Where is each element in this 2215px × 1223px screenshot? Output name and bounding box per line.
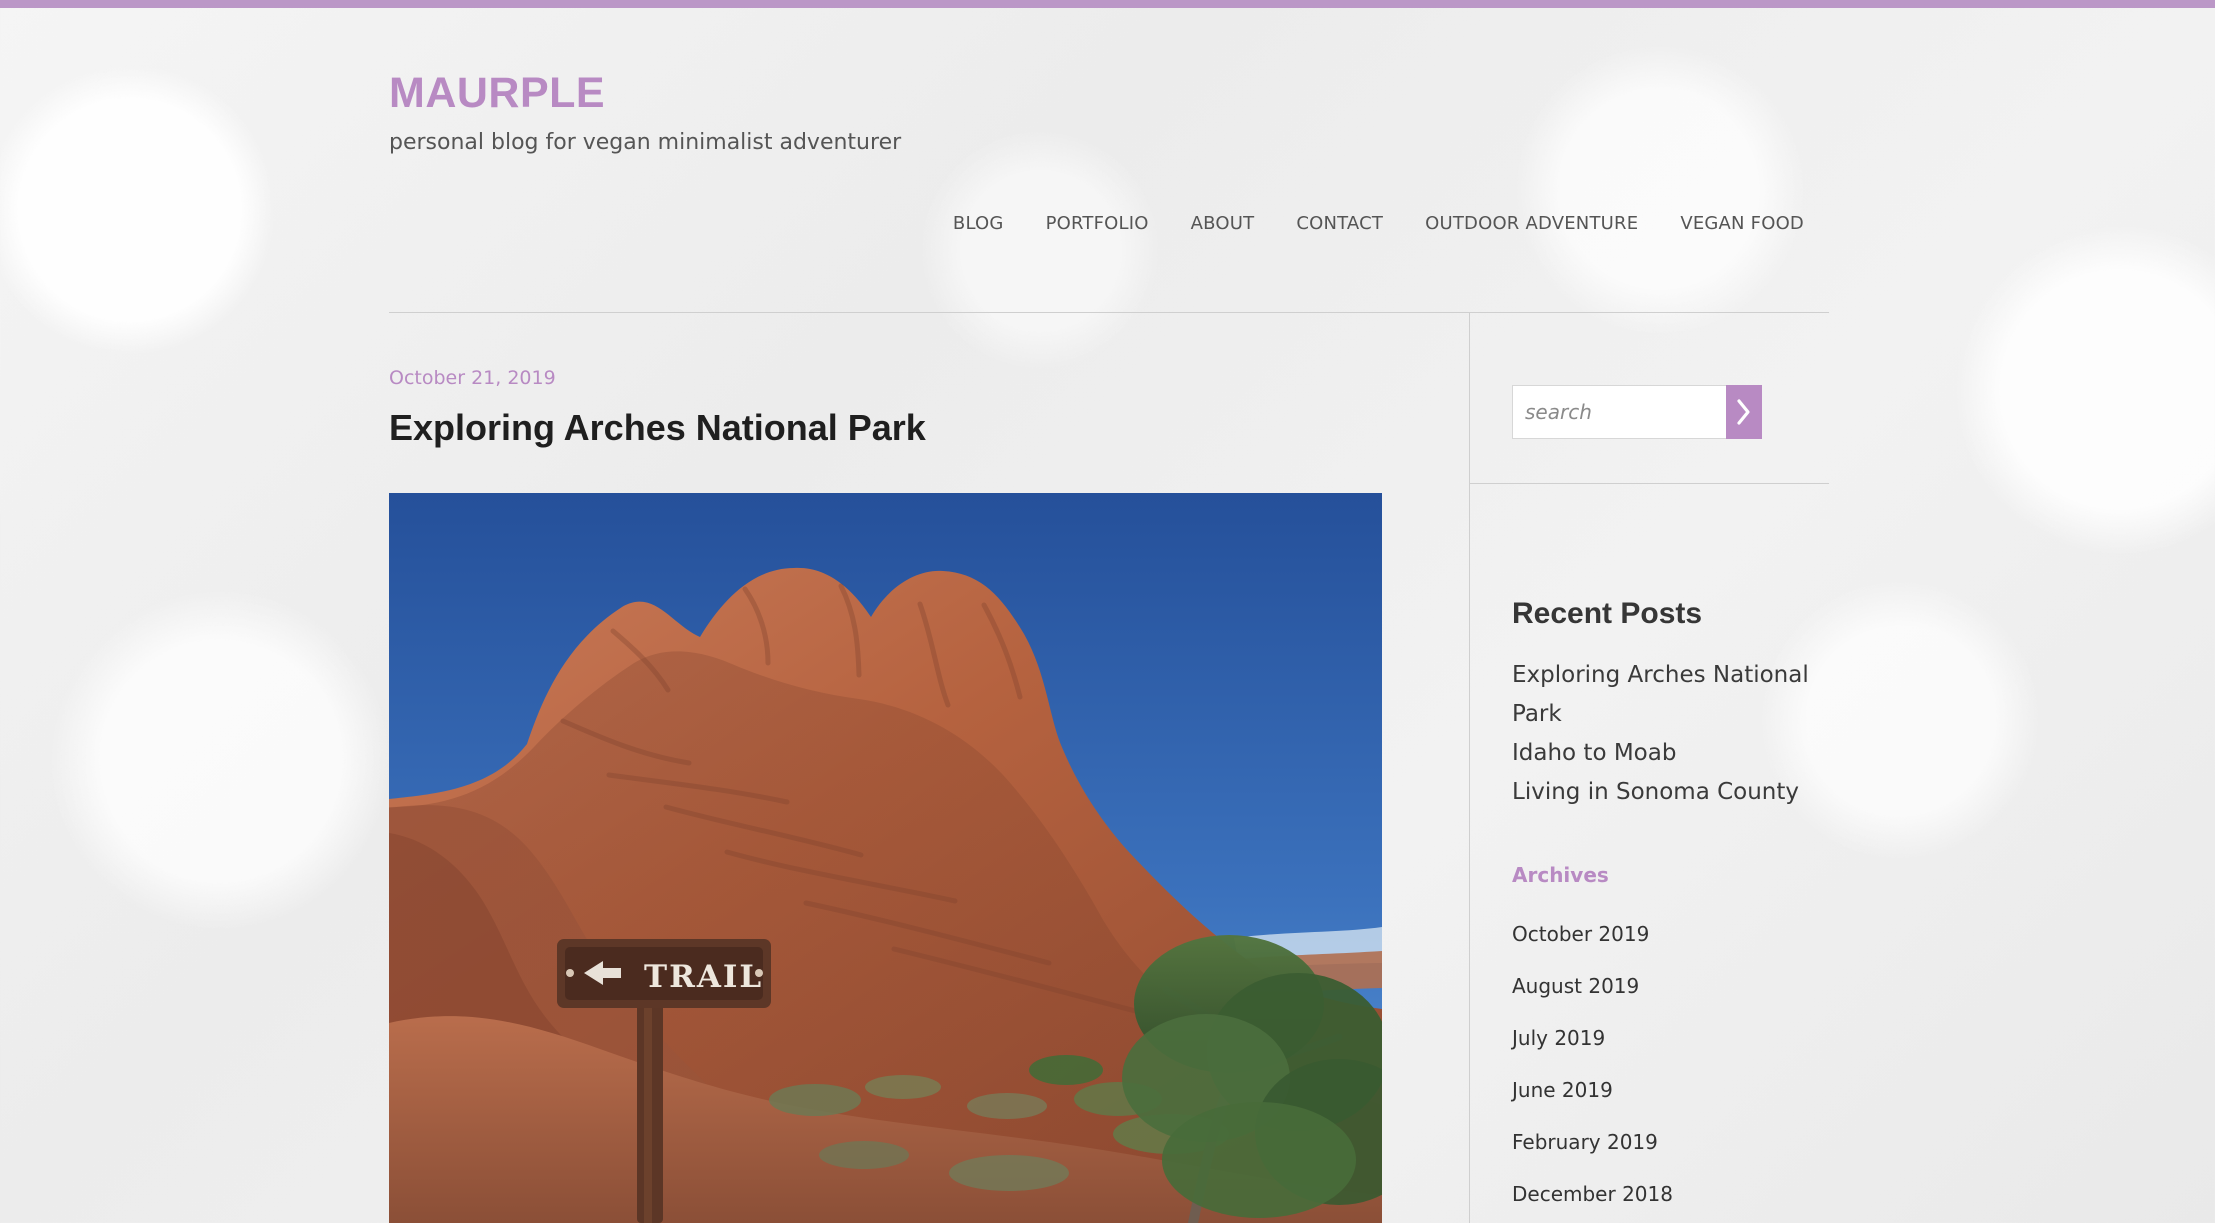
archive-item: October 2019 [1512,920,1812,972]
recent-post-item: Idaho to Moab [1512,734,1812,773]
nav-item-portfolio: PORTFOLIO [1046,205,1149,243]
header-divider [389,312,1829,313]
archives-list: October 2019 August 2019 July 2019 June … [1512,920,1812,1223]
nav-item-vegan-food: VEGAN FOOD [1680,205,1804,243]
chevron-right-icon [1737,399,1750,425]
nav-link-contact[interactable]: CONTACT [1296,205,1383,243]
archive-link-october-2019[interactable]: October 2019 [1512,920,1812,948]
nav-item-contact: CONTACT [1296,205,1383,243]
site-tagline: personal blog for vegan minimalist adven… [389,130,902,155]
archive-link-february-2019[interactable]: February 2019 [1512,1128,1812,1156]
nav-link-about[interactable]: ABOUT [1191,205,1255,243]
main-content: October 21, 2019 Exploring Arches Nation… [389,365,1384,1223]
main-navigation: BLOG PORTFOLIO ABOUT CONTACT OUTDOOR ADV… [914,205,1804,243]
archive-link-december-2018[interactable]: December 2018 [1512,1180,1812,1208]
main-navigation-list: BLOG PORTFOLIO ABOUT CONTACT OUTDOOR ADV… [914,205,1804,243]
archive-item: June 2019 [1512,1076,1812,1128]
recent-post-link-exploring-arches[interactable]: Exploring Arches National Park [1512,656,1812,734]
archives-heading: Archives [1512,863,1609,887]
archive-link-june-2019[interactable]: June 2019 [1512,1076,1812,1104]
search-input[interactable] [1512,385,1726,439]
post-date[interactable]: October 21, 2019 [389,365,556,391]
recent-post-link-idaho-to-moab[interactable]: Idaho to Moab [1512,734,1812,773]
archive-link-july-2019[interactable]: July 2019 [1512,1024,1812,1052]
archive-item: February 2019 [1512,1128,1812,1180]
nav-item-outdoor-adventure: OUTDOOR ADVENTURE [1425,205,1638,243]
site-title[interactable]: MAURPLE [389,66,605,120]
nav-link-outdoor-adventure[interactable]: OUTDOOR ADVENTURE [1425,205,1638,243]
sidebar-divider [1469,312,1470,1223]
archive-link-august-2019[interactable]: August 2019 [1512,972,1812,1000]
nav-item-blog: BLOG [953,205,1004,243]
recent-posts-list: Exploring Arches National Park Idaho to … [1512,656,1812,812]
nav-link-portfolio[interactable]: PORTFOLIO [1046,205,1149,243]
page-wrapper: MAURPLE personal blog for vegan minimali… [389,0,1829,1223]
search-submit-button[interactable] [1726,385,1762,439]
archive-item: December 2018 [1512,1180,1812,1223]
post-title[interactable]: Exploring Arches National Park [389,406,926,450]
featured-image[interactable]: TRAIL [389,493,1382,1223]
archive-item: July 2019 [1512,1024,1812,1076]
trail-sign-text: TRAIL [644,959,763,995]
recent-post-link-living-in-sonoma-county[interactable]: Living in Sonoma County [1512,773,1812,812]
sidebar: Recent Posts Exploring Arches National P… [1512,385,1812,1223]
recent-post-item: Exploring Arches National Park [1512,656,1812,734]
recent-posts-heading: Recent Posts [1512,597,1703,630]
nav-link-blog[interactable]: BLOG [953,205,1004,243]
recent-post-item: Living in Sonoma County [1512,773,1812,812]
nav-item-about: ABOUT [1191,205,1255,243]
nav-link-vegan-food[interactable]: VEGAN FOOD [1680,205,1804,243]
archive-item: August 2019 [1512,972,1812,1024]
search-form [1512,385,1762,441]
arches-trail-photo: TRAIL [389,493,1382,1223]
